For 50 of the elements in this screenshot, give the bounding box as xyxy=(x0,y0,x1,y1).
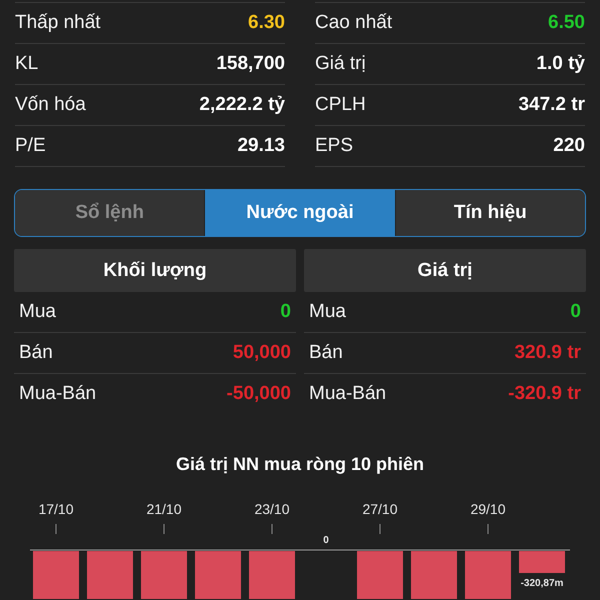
row-label: Bán xyxy=(19,342,53,364)
row-value: 50,000 xyxy=(232,342,291,364)
stat-value: 220 xyxy=(553,135,585,157)
stat-value: 158,700 xyxy=(216,53,285,75)
row-label: Mua xyxy=(309,301,346,323)
stat-label: Vốn hóa xyxy=(15,94,86,116)
stat-label: EPS xyxy=(315,135,354,157)
stat-value: 6.50 xyxy=(548,12,585,34)
date-label: 27/10 xyxy=(362,501,398,517)
bar xyxy=(33,551,79,599)
tab[interactable]: Nước ngoài xyxy=(204,190,395,236)
row-label: Mua xyxy=(19,301,56,323)
stat-label: P/E xyxy=(15,135,46,157)
row-value: -320.9 tr xyxy=(508,383,581,405)
value-label: -320,87m xyxy=(520,578,564,589)
row-value: 0 xyxy=(570,301,581,323)
bar xyxy=(465,551,511,599)
stat-value: 1.0 tỷ xyxy=(536,53,585,75)
stat-label: KL xyxy=(15,53,38,75)
date-label: 23/10 xyxy=(254,501,290,517)
bar xyxy=(357,551,403,599)
stat-value: 347.2 tr xyxy=(518,94,585,116)
stat-value: 6.30 xyxy=(248,12,285,34)
date-label: 21/10 xyxy=(146,501,182,517)
bar xyxy=(411,551,457,599)
row-value: -50,000 xyxy=(226,383,291,405)
table-header: Khối lượng xyxy=(14,249,296,292)
stat-label: CPLH xyxy=(315,94,366,116)
value-label: 0 xyxy=(323,535,329,546)
row-label: Mua-Bán xyxy=(19,383,96,405)
tab[interactable]: Tín hiệu xyxy=(394,190,585,236)
tab[interactable]: Sổ lệnh xyxy=(15,190,204,236)
row-value: 0 xyxy=(280,301,291,323)
bar xyxy=(519,551,565,573)
stat-value: 2,222.2 tỷ xyxy=(199,94,285,116)
stat-label: Cao nhất xyxy=(315,12,392,34)
table-header: Giá trị xyxy=(304,249,586,292)
row-value: 320.9 tr xyxy=(514,342,581,364)
date-label: 17/10 xyxy=(38,501,74,517)
date-label: 29/10 xyxy=(470,501,506,517)
bar xyxy=(141,551,187,599)
row-label: Mua-Bán xyxy=(309,383,386,405)
stat-value: 29.13 xyxy=(237,135,285,157)
row-label: Bán xyxy=(309,342,343,364)
stat-label: Giá trị xyxy=(315,53,366,75)
bar xyxy=(87,551,133,599)
bar xyxy=(249,551,295,599)
stat-label: Thấp nhất xyxy=(15,12,101,34)
bar xyxy=(195,551,241,599)
chart-title: Giá trị NN mua ròng 10 phiên xyxy=(174,454,426,475)
